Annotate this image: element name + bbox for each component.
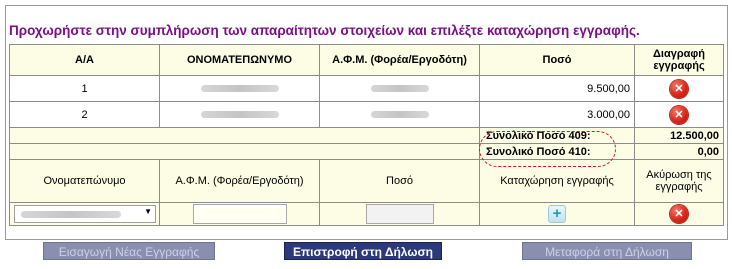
name-select-value-redacted [21,211,121,218]
header-amount: Ποσό [479,44,635,76]
amount-input[interactable] [365,204,434,224]
totals-highlight-oval [479,131,616,167]
delete-icon[interactable]: ✕ [670,205,688,223]
delete-icon[interactable]: ✕ [670,105,688,124]
row-name-redacted [159,101,320,128]
table-row: 2 3.000,00 ✕ [9,101,724,128]
row-index: 2 [9,101,160,128]
chevron-down-icon[interactable]: ▼ [144,207,152,216]
row-amount: 3.000,00 [479,101,635,128]
entries-table: Α/Α ΟΝΟΜΑΤΕΠΩΝΥΜΟ Α.Φ.Μ. (Φορέα/Εργοδότη… [9,44,724,226]
row-name-redacted [159,75,320,102]
entry-row: ▼ + ✕ [9,202,724,226]
entry-afm-cell [159,202,320,226]
row-afm-redacted [319,101,480,128]
header-afm: Α.Φ.Μ. (Φορέα/Εργοδότη) [319,44,480,76]
name-select[interactable]: ▼ [14,205,156,223]
total-409-value: 12.500,00 [634,127,724,144]
header-name: ΟΝΟΜΑΤΕΠΩΝΥΜΟ [159,44,320,76]
afm-input[interactable] [192,204,287,224]
total-spacer [9,127,480,144]
entry-header-row: Ονοματεπώνυμο Α.Φ.Μ. (Φορέα/Εργοδότη) Πο… [9,159,724,203]
delete-icon[interactable]: ✕ [670,79,688,98]
table-header-row: Α/Α ΟΝΟΜΑΤΕΠΩΝΥΜΟ Α.Φ.Μ. (Φορέα/Εργοδότη… [9,44,724,76]
entry-amount-cell [319,202,480,226]
row-afm-redacted [319,75,480,102]
row-amount: 9.500,00 [479,75,635,102]
new-entry-button[interactable]: Εισαγωγή Νέας Εγγραφής [43,242,215,260]
total-row-409: Συνολικό Ποσό 409: 12.500,00 [9,127,724,144]
entry-header-afm: Α.Φ.Μ. (Φορέα/Εργοδότη) [159,159,320,203]
entry-header-name: Ονοματεπώνυμο [9,159,160,203]
header-index: Α/Α [9,44,160,76]
header-delete: Διαγραφή εγγραφής [634,44,724,76]
entry-header-amount: Ποσό [319,159,480,203]
total-spacer [9,143,480,160]
row-delete-cell: ✕ [634,75,724,102]
add-icon[interactable]: + [548,205,566,223]
total-410-value: 0,00 [634,143,724,160]
row-delete-cell: ✕ [634,101,724,128]
transfer-button[interactable]: Μεταφορά στη Δήλωση [522,242,692,260]
table-row: 1 9.500,00 ✕ [9,75,724,102]
return-button[interactable]: Επιστροφή στη Δήλωση [284,242,442,260]
entry-name-cell: ▼ [9,202,160,226]
entry-header-cancel: Ακύρωση της εγγραφής [634,159,724,203]
row-index: 1 [9,75,160,102]
instruction-text: Προχωρήστε στην συμπλήρωση των απαραίτητ… [9,23,640,38]
entry-cancel-cell: ✕ [634,202,724,226]
entry-register-cell: + [479,202,635,226]
total-row-410: Συνολικό Ποσό 410: 0,00 [9,143,724,160]
